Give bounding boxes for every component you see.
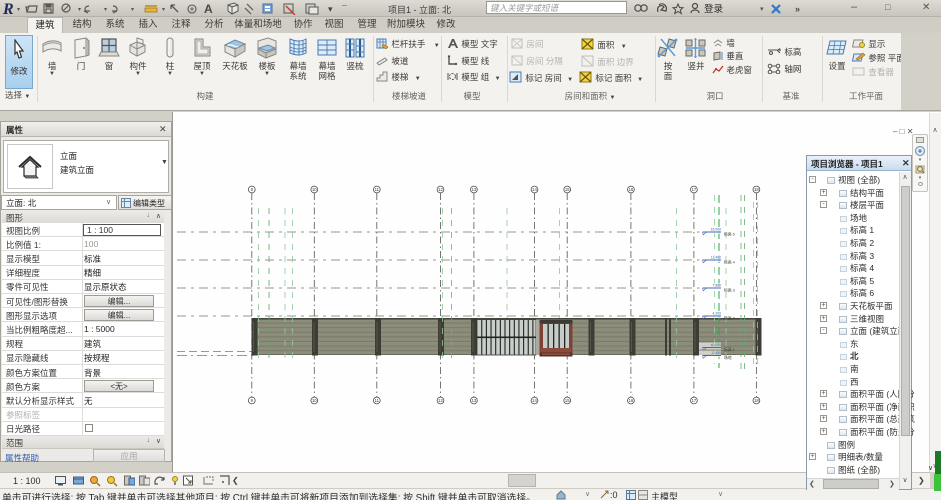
svg-text:11: 11 (375, 187, 380, 192)
svg-text:12: 12 (438, 398, 443, 403)
svg-text:-0.450: -0.450 (711, 351, 721, 355)
svg-text:13: 13 (472, 187, 477, 192)
svg-text:14: 14 (532, 398, 537, 403)
svg-text:10: 10 (312, 187, 317, 192)
svg-text:7.800: 7.800 (713, 284, 722, 288)
svg-text:10: 10 (312, 398, 317, 403)
svg-text:A: A (204, 2, 213, 15)
svg-text:»: » (795, 4, 800, 14)
svg-text:12: 12 (438, 187, 443, 192)
svg-text:标高 2: 标高 2 (724, 316, 735, 321)
svg-text:▾: ▾ (328, 4, 333, 14)
svg-text:11: 11 (375, 398, 380, 403)
svg-text:¯: ¯ (341, 4, 348, 14)
svg-text:15: 15 (565, 187, 570, 192)
svg-text:标高 4: 标高 4 (724, 260, 735, 265)
svg-text:11.400: 11.400 (711, 256, 721, 260)
svg-text:标高 5: 标高 5 (724, 232, 735, 237)
svg-text:13: 13 (472, 398, 477, 403)
svg-text:18: 18 (754, 398, 759, 403)
svg-text:R: R (2, 1, 14, 17)
svg-text:16: 16 (629, 187, 634, 192)
svg-text:±0.000: ±0.000 (711, 343, 721, 347)
svg-text:15: 15 (565, 398, 570, 403)
svg-text:18: 18 (754, 187, 759, 192)
svg-text:17: 17 (692, 398, 697, 403)
svg-text:场地: 场地 (724, 355, 732, 360)
svg-text:标高 1: 标高 1 (724, 347, 735, 352)
svg-text:4.200: 4.200 (713, 312, 722, 316)
svg-text:15.000: 15.000 (711, 228, 721, 232)
svg-text:14: 14 (532, 187, 537, 192)
svg-text:标高 3: 标高 3 (724, 288, 735, 293)
svg-text:登录: 登录 (704, 4, 724, 15)
svg-text:16: 16 (629, 398, 634, 403)
svg-text:17: 17 (692, 187, 697, 192)
svg-text:▾: ▾ (760, 6, 764, 13)
